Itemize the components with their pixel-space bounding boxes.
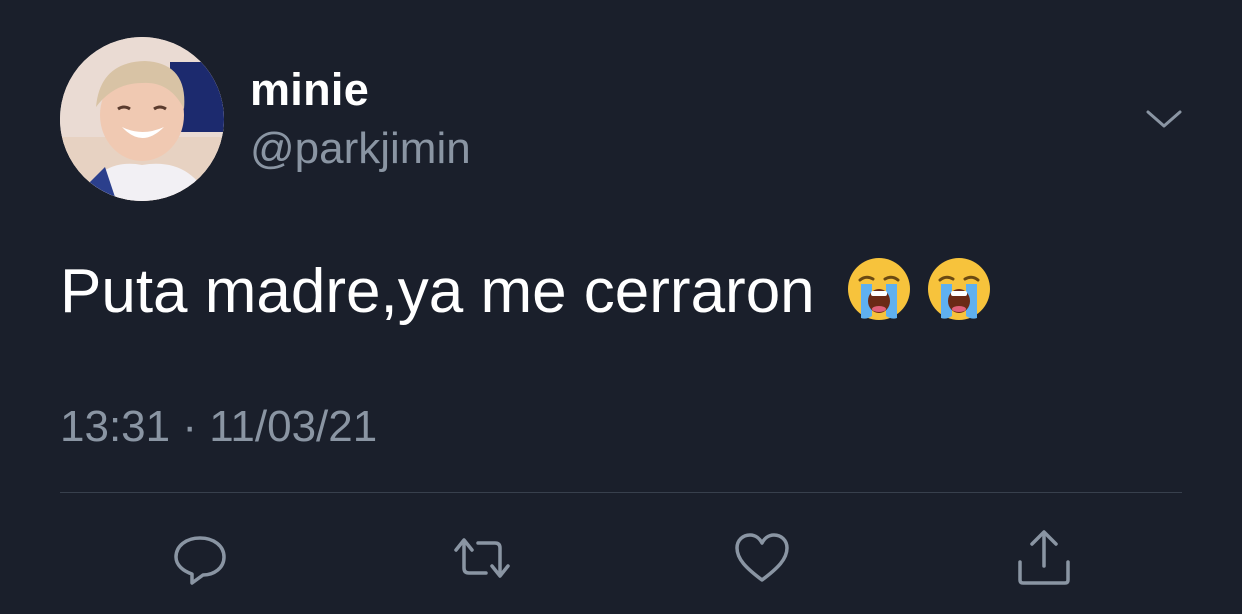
divider (60, 492, 1182, 493)
avatar[interactable] (60, 37, 224, 201)
retweet-icon[interactable] (452, 528, 512, 588)
reply-icon[interactable] (170, 528, 230, 588)
loudly-crying-face-icon (926, 256, 992, 322)
user-handle[interactable]: @parkjimin (250, 124, 471, 174)
avatar-image (60, 37, 224, 201)
tweet-timestamp[interactable]: 13:31 · 11/03/21 (60, 402, 377, 452)
tweet-text: Puta madre,ya me cerraron (60, 257, 815, 326)
display-name[interactable]: minie (250, 64, 369, 116)
tweet-card: minie @parkjimin Puta madre,ya me cerrar… (0, 0, 1242, 614)
loudly-crying-face-icon (846, 256, 912, 322)
chevron-down-icon[interactable] (1144, 104, 1184, 134)
tweet-body: Puta madre,ya me cerraron (60, 256, 992, 327)
share-icon[interactable] (1014, 528, 1074, 588)
heart-icon[interactable] (732, 528, 792, 588)
